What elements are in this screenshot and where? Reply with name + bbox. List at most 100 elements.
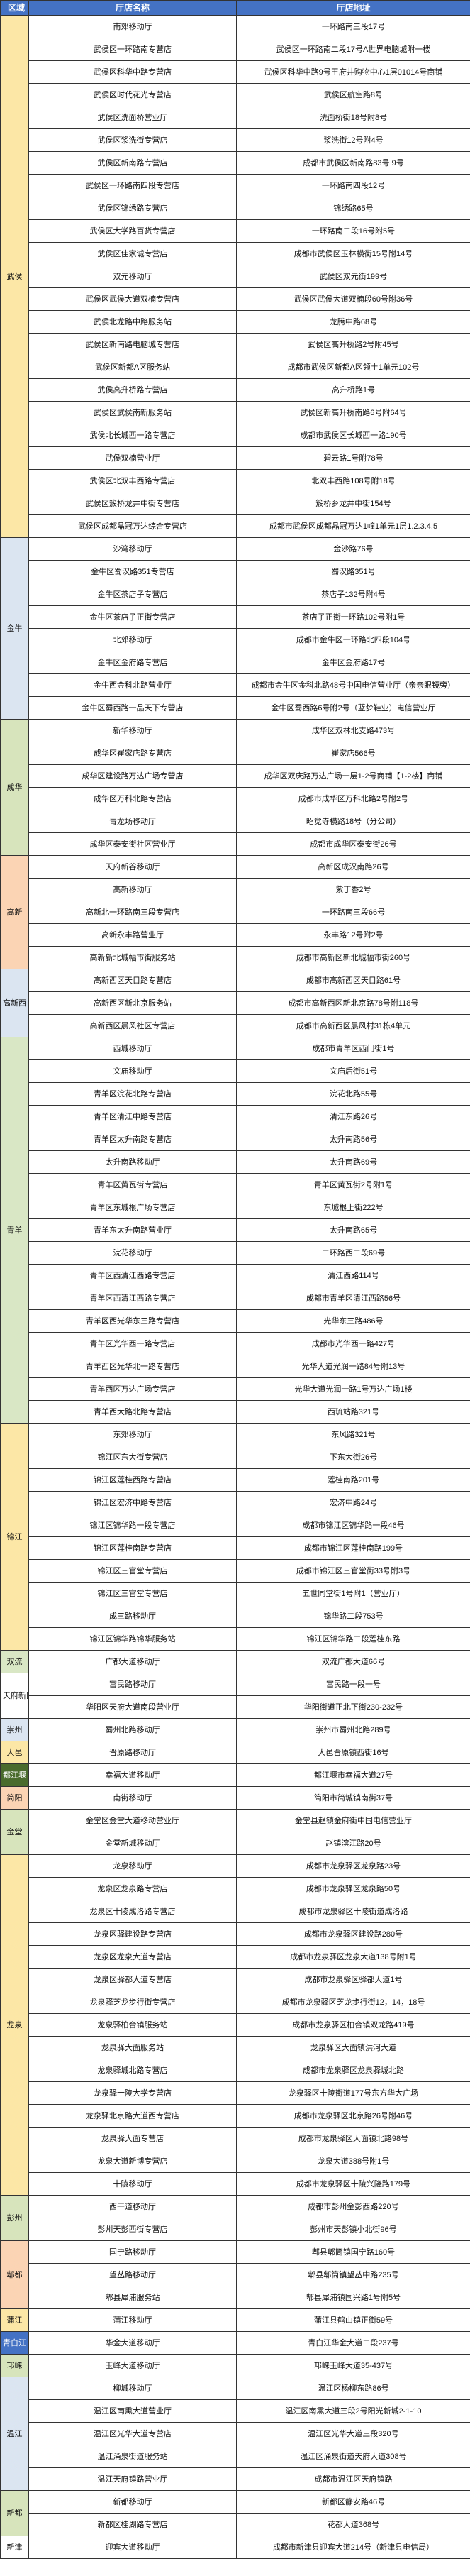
store-address-cell: 五世同堂街1号附1（营业厅） bbox=[236, 1582, 470, 1605]
store-name-cell: 新都移动厅 bbox=[28, 2490, 237, 2514]
table-row: 武侯区武侯南新服务站 武侯区新高升桥南路6号附64号 bbox=[1, 401, 470, 424]
store-name-cell: 广都大道移动厅 bbox=[28, 1650, 237, 1673]
table-row: 锦江 东郊移动厅 东风路321号 bbox=[0, 1423, 470, 1651]
store-name-cell: 高新新北城幅市街服务站 bbox=[28, 946, 237, 969]
store-name-cell: 武侯区大学路百货专营店 bbox=[28, 219, 237, 243]
store-address-cell: 西琉站路321号 bbox=[236, 1400, 470, 1424]
table-row: 温江区光华大道专营店 温江区光华大道三段320号 bbox=[1, 2422, 470, 2445]
store-address-cell: 高新区成汉南路26号 bbox=[236, 855, 470, 879]
store-address-cell: 大邑晋原镇西街16号 bbox=[236, 1741, 470, 1764]
table-row: 武侯区浆洗街专营店 浆洗街12号附4号 bbox=[1, 128, 470, 152]
store-address-cell: 武侯区航空路8号 bbox=[236, 83, 470, 106]
store-address-cell: 清江西路114号 bbox=[236, 1264, 470, 1287]
table-row: 青羊区东城根广场专营店 东城根上街222号 bbox=[1, 1196, 470, 1219]
store-address-cell: 光华大道光润一路1号万达广场1楼 bbox=[236, 1377, 470, 1401]
store-address-cell: 太升南路65号 bbox=[236, 1218, 470, 1242]
store-address-cell: 赵镇滨江路20号 bbox=[236, 1832, 470, 1855]
region-cell: 天府新区 bbox=[0, 1673, 29, 1719]
store-address-cell: 武侯区科华中路9号王府井购物中心1层01014号商铺 bbox=[236, 60, 470, 84]
store-address-cell: 成都市龙泉驿区龙泉路50号 bbox=[236, 1877, 470, 1900]
store-name-cell: 南街移动厅 bbox=[28, 1786, 237, 1810]
store-name-cell: 望丛路移动厅 bbox=[28, 2263, 237, 2286]
table-row: 成华区建设路万达广场专营店 成华区双庆路万达广场一层1-2号商铺【1-2楼】商铺 bbox=[1, 764, 470, 788]
store-name-cell: 龙泉驿大面服务站 bbox=[28, 2036, 237, 2059]
store-address-cell: 紫丁香2号 bbox=[236, 878, 470, 901]
table-row: 龙泉 龙泉移动厅 成都市龙泉驿区龙泉路23号 bbox=[0, 1854, 470, 2196]
table-row: 武侯区成都晶冠万达综合专营店 成都市武侯区成都晶冠万达1幢1单元1层1.2.3.4… bbox=[1, 514, 470, 538]
store-address-cell: 一环路南二段16号附5号 bbox=[236, 219, 470, 243]
store-name-cell: 成华区万科北路专营店 bbox=[28, 787, 237, 810]
store-address-cell: 成都市高新西区晨风村31栋4单元 bbox=[236, 1014, 470, 1037]
store-address-cell: 郫县郫筒镇国宁路160号 bbox=[236, 2240, 470, 2264]
table-row: 高新新北城幅市街服务站 成都市高新区新北城幅市街260号 bbox=[1, 946, 470, 969]
table-row: 青羊西区万达广场专营店 光华大道光润一路1号万达广场1楼 bbox=[1, 1377, 470, 1401]
region-cell: 武侯 bbox=[0, 15, 29, 538]
store-address-cell: 简阳市简城镇南街37号 bbox=[236, 1786, 470, 1810]
store-name-cell: 高新西区新北京服务站 bbox=[28, 991, 237, 1015]
store-name-cell: 高新北一环路南三段专营店 bbox=[28, 901, 237, 924]
store-address-cell: 成都市龙泉驿区驿都大道1号 bbox=[236, 1968, 470, 1991]
store-name-cell: 青羊区清江中路专营店 bbox=[28, 1105, 237, 1128]
store-address-cell: 昭觉寺横路18号（分公司） bbox=[236, 810, 470, 833]
table-row: 青羊区光华西一路专营店 成都市光华西一路427号 bbox=[1, 1332, 470, 1355]
table-row: 武侯区一环路南专营店 武侯区一环路南二段17号A世界电脑城附一楼 bbox=[1, 38, 470, 61]
region-cell: 金牛 bbox=[0, 537, 29, 720]
store-name-cell: 金牛区茶店子正街专营店 bbox=[28, 605, 237, 629]
table-row: 青羊西大路北路专营店 西琉站路321号 bbox=[1, 1400, 470, 1424]
store-name-cell: 龙泉驿大面专营店 bbox=[28, 2127, 237, 2150]
store-address-cell: 新都区静安路46号 bbox=[236, 2490, 470, 2514]
store-name-cell: 锦江区莲桂南路专营店 bbox=[28, 1536, 237, 1560]
region-cell: 崇州 bbox=[0, 1718, 29, 1741]
store-address-cell: 温江区涌泉街道天府大道308号 bbox=[236, 2445, 470, 2468]
store-name-cell: 金牛区蜀西路一品天下专营店 bbox=[28, 696, 237, 720]
store-name-cell: 华金大道移动厅 bbox=[28, 2331, 237, 2355]
store-name-cell: 天府新谷移动厅 bbox=[28, 855, 237, 879]
table-row: 双流 广都大道移动厅 双流广都大道66号 bbox=[0, 1650, 470, 1673]
region-cell: 青白江 bbox=[0, 2331, 29, 2355]
table-row: 武侯 南郊移动厅 一环路南三段17号 bbox=[0, 15, 470, 538]
table-row: 金牛区金府路专营店 金牛区金府路17号 bbox=[1, 651, 470, 674]
store-name-cell: 龙泉区驿都大道专营店 bbox=[28, 1968, 237, 1991]
store-address-cell: 崇州市蜀州北路289号 bbox=[236, 1718, 470, 1741]
store-name-cell: 西干道移动厅 bbox=[28, 2195, 237, 2218]
store-name-cell: 武侯北龙路中路服务站 bbox=[28, 310, 237, 334]
store-name-cell: 金堂区金堂大道移动营业厅 bbox=[28, 1809, 237, 1832]
store-name-cell: 锦江区三官堂专营店 bbox=[28, 1582, 237, 1605]
table-row: 成华 新华移动厅 成华区双林北支路473号 bbox=[0, 719, 470, 856]
store-address-cell: 成都市龙泉驿区龙泉大道138号附1号 bbox=[236, 1945, 470, 1969]
store-name-cell: 武侯区佳家诚专营店 bbox=[28, 242, 237, 265]
store-name-cell: 龙泉大道新博专营店 bbox=[28, 2150, 237, 2173]
region-cell: 双流 bbox=[0, 1650, 29, 1673]
store-address-cell: 成都市龙泉驿区十陵兴隆路179号 bbox=[236, 2172, 470, 2196]
header-store-address: 厅店地址 bbox=[236, 0, 470, 16]
store-name-cell: 温江区光华大道专营店 bbox=[28, 2422, 237, 2445]
store-name-cell: 武侯区新都A区服务站 bbox=[28, 356, 237, 379]
store-address-cell: 下东大街26号 bbox=[236, 1446, 470, 1469]
store-table: 区域 厅店名称 厅店地址 武侯 南郊移动厅 一环路南三段17号 武侯区一环路南专营店武… bbox=[0, 0, 470, 2559]
store-name-cell: 龙泉区十陵成洛路专营店 bbox=[28, 1900, 237, 1923]
store-address-cell: 成都市武侯区新都A区领土1单元102号 bbox=[236, 356, 470, 379]
store-address-cell: 东城根上街222号 bbox=[236, 1196, 470, 1219]
store-address-cell: 成都市高新西区新北京路78号附118号 bbox=[236, 991, 470, 1015]
store-name-cell: 武侯北长城西一路专营店 bbox=[28, 424, 237, 447]
table-row: 高新西 高新西区天目路专营店 成都市高新西区天目路61号 bbox=[0, 969, 470, 1037]
table-row: 武侯北长城西一路专营店 成都市武侯区长城西一路190号 bbox=[1, 424, 470, 447]
store-name-cell: 国宁路移动厅 bbox=[28, 2240, 237, 2264]
store-address-cell: 青白江华金大道二段237号 bbox=[236, 2331, 470, 2355]
store-name-cell: 十陵移动厅 bbox=[28, 2172, 237, 2196]
store-name-cell: 龙泉区龙泉大道专营店 bbox=[28, 1945, 237, 1969]
table-row: 青羊区浣花北路专营店 浣花北路55号 bbox=[1, 1082, 470, 1106]
store-name-cell: 武侯区一环路南专营店 bbox=[28, 38, 237, 61]
store-name-cell: 高新移动厅 bbox=[28, 878, 237, 901]
store-name-cell: 青羊区西光华东三路专营店 bbox=[28, 1309, 237, 1333]
region-cell: 龙泉 bbox=[0, 1854, 29, 2196]
store-address-cell: 成都市成华区万科北路2号附2号 bbox=[236, 787, 470, 810]
store-address-cell: 龙泉驿区大面镇洪河大道 bbox=[236, 2036, 470, 2059]
store-name-cell: 成华区建设路万达广场专营店 bbox=[28, 764, 237, 788]
table-row: 成华区崔家店路专营店 崔家店566号 bbox=[1, 742, 470, 765]
store-address-cell: 北双丰西路108号附18号 bbox=[236, 469, 470, 492]
store-name-cell: 青羊区浣花北路专营店 bbox=[28, 1082, 237, 1106]
table-row: 金堂 金堂区金堂大道移动营业厅 金堂县赵镇金府街中国电信营业厅 bbox=[0, 1809, 470, 1855]
store-name-cell: 文庙移动厅 bbox=[28, 1059, 237, 1083]
store-name-cell: 武侯区科华中路专营店 bbox=[28, 60, 237, 84]
